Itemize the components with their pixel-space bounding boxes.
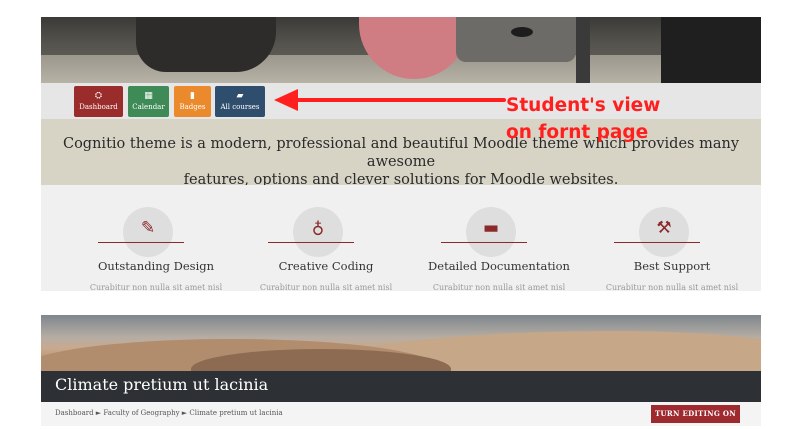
feature-card: ♁ Creative Coding Curabitur non nulla si… <box>240 200 415 292</box>
course-header: Climate pretium ut lacinia <box>41 371 761 402</box>
feature-subtitle: Curabitur non nulla sit amet nisl <box>259 283 393 292</box>
annotation-text: Student's view on fornt page <box>506 92 706 146</box>
calendar-button-label: Calendar <box>132 103 165 111</box>
all-courses-button-label: All courses <box>220 103 260 111</box>
feature-title: Creative Coding <box>278 259 374 273</box>
book-icon: ▰ <box>236 91 244 101</box>
dashboard-button[interactable]: ⛭ Dashboard <box>74 86 123 117</box>
annotation-line-2: on fornt page <box>506 122 649 143</box>
feature-divider <box>441 242 527 243</box>
feature-subtitle: Curabitur non nulla sit amet nisl <box>605 283 739 292</box>
feature-divider <box>268 242 354 243</box>
brush-icon: ✎ <box>140 218 156 238</box>
wrench-icon: ⚒ <box>656 218 672 238</box>
feature-title: Detailed Documentation <box>428 259 570 273</box>
bookmark-icon: ▮ <box>190 91 195 101</box>
feature-card: ▬ Detailed Documentation Curabitur non n… <box>413 200 588 292</box>
all-courses-button[interactable]: ▰ All courses <box>215 86 265 117</box>
feature-card: ⚒ Best Support Curabitur non nulla sit a… <box>586 200 761 292</box>
calendar-icon: ▦ <box>144 91 153 101</box>
feature-subtitle: Curabitur non nulla sit amet nisl <box>432 283 566 292</box>
feature-title: Best Support <box>633 259 711 273</box>
turn-editing-on-button[interactable]: TURN EDITING ON <box>651 405 740 423</box>
badges-button[interactable]: ▮ Badges <box>174 86 211 117</box>
hero-image <box>41 17 761 83</box>
feature-card: ✎ Outstanding Design Curabitur non nulla… <box>70 200 245 292</box>
dashboard-icon: ⛭ <box>94 91 103 101</box>
feature-subtitle: Curabitur non nulla sit amet nisl <box>89 283 223 292</box>
course-title: Climate pretium ut lacinia <box>55 375 269 394</box>
lightbulb-icon: ♁ <box>311 218 325 238</box>
dashboard-button-label: Dashboard <box>79 103 118 111</box>
course-banner-image <box>41 315 761 371</box>
feature-divider <box>98 242 184 243</box>
calendar-button[interactable]: ▦ Calendar <box>128 86 169 117</box>
book-open-icon: ▬ <box>482 218 500 238</box>
badges-button-label: Badges <box>179 103 206 111</box>
annotation-arrow <box>274 89 506 111</box>
annotation-line-1: Student's view <box>506 95 661 116</box>
breadcrumb[interactable]: Dashboard ► Faculty of Geography ► Clima… <box>55 409 283 417</box>
feature-divider <box>614 242 700 243</box>
feature-title: Outstanding Design <box>97 259 215 273</box>
